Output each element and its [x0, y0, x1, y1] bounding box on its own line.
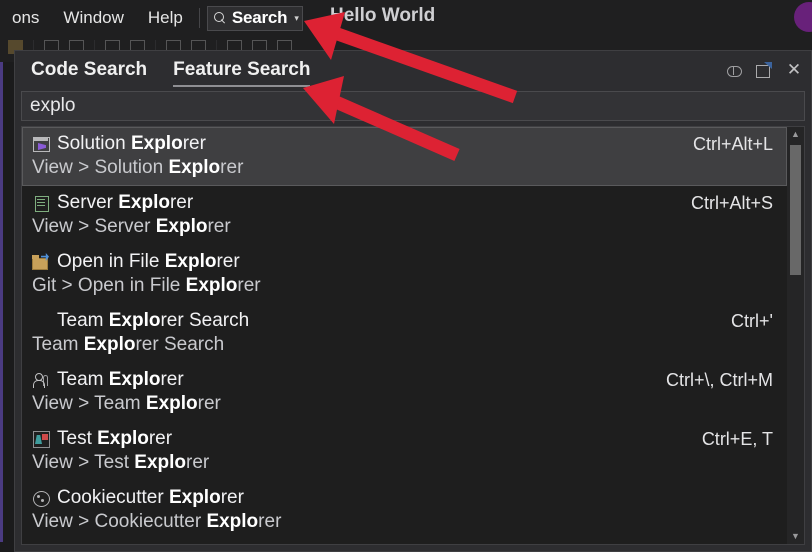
result-row[interactable]: Cookiecutter Explorer View > Cookiecutter…: [22, 481, 787, 540]
search-row: [15, 91, 811, 121]
result-row-main: Solution Explorer Ctrl+Alt+L: [22, 132, 787, 156]
search-icon: [213, 11, 227, 25]
window-controls: ✕: [725, 61, 803, 79]
solution-explorer-icon: [32, 135, 50, 153]
match-highlight: Explo: [168, 487, 221, 508]
match-highlight: Explo: [130, 133, 183, 154]
tab-code-search[interactable]: Code Search: [21, 59, 157, 91]
feature-search-input[interactable]: [21, 91, 805, 121]
result-shortcut: Ctrl+': [731, 311, 773, 331]
result-shortcut: Ctrl+Alt+L: [692, 134, 773, 154]
popup-header: Code Search Feature Search ✕: [15, 51, 811, 91]
ide-search-button[interactable]: Search ▾: [206, 5, 303, 31]
result-title: Solution Explorer: [57, 133, 206, 154]
results-scrollbar[interactable]: ▲ ▼: [787, 127, 804, 544]
result-row-main: Open in File Explorer: [22, 250, 787, 274]
match-highlight: Explo: [97, 428, 149, 449]
result-path: View > Solution Explorer: [32, 157, 244, 178]
match-highlight: Explo: [118, 192, 170, 213]
result-row[interactable]: Team Explorer Search Ctrl+' Team Explorer …: [22, 304, 787, 363]
team-explorer-icon: [32, 371, 50, 389]
feature-search-popup: Code Search Feature Search ✕ Solution Ex…: [14, 50, 812, 552]
match-highlight: Explo: [134, 452, 187, 473]
menu-item-extensions[interactable]: ons: [0, 8, 51, 28]
chevron-down-icon[interactable]: ▾: [292, 13, 299, 23]
result-row[interactable]: Open in File Explorer Git > Open in File …: [22, 245, 787, 304]
result-title: Server Explorer: [57, 192, 194, 213]
match-highlight: Explo: [168, 157, 221, 178]
server-explorer-icon: [32, 194, 50, 212]
result-title: Test Explorer: [57, 428, 173, 449]
match-highlight: Explo: [164, 251, 217, 272]
result-row[interactable]: Solution Explorer Ctrl+Alt+L View > Soluti…: [22, 127, 787, 186]
menu-item-help[interactable]: Help: [136, 8, 195, 28]
match-highlight: Explo: [108, 310, 161, 331]
cookiecutter-explorer-icon: [32, 489, 50, 507]
result-row[interactable]: Team Explorer Ctrl+\, Ctrl+M View > Team E…: [22, 363, 787, 422]
result-row-main: Test Explorer Ctrl+E, T: [22, 427, 787, 451]
float-window-icon[interactable]: [755, 61, 773, 79]
match-highlight: Explo: [145, 393, 198, 414]
result-shortcut: Ctrl+E, T: [701, 429, 773, 449]
result-row[interactable]: Server Explorer Ctrl+Alt+S View > Server E…: [22, 186, 787, 245]
result-title: Open in File Explorer: [57, 251, 240, 272]
result-path: View > Server Explorer: [32, 216, 231, 237]
result-title: Team Explorer Search: [57, 310, 250, 331]
results-list: Solution Explorer Ctrl+Alt+L View > Soluti…: [22, 127, 787, 544]
result-shortcut: Ctrl+Alt+S: [690, 193, 773, 213]
result-path: View > Test Explorer: [32, 452, 210, 473]
result-path: Git > Open in File Explorer: [32, 275, 261, 296]
menu-separator: [198, 8, 200, 28]
tab-strip: Code Search Feature Search: [15, 59, 320, 91]
result-row-main: Server Explorer Ctrl+Alt+S: [22, 191, 787, 215]
result-path: Team Explorer Search: [32, 334, 225, 355]
match-highlight: Explo: [108, 369, 161, 390]
result-row-main: Team Explorer Ctrl+\, Ctrl+M: [22, 368, 787, 392]
match-highlight: Explo: [185, 275, 238, 296]
ide-search-label: Search: [231, 8, 288, 27]
left-edge-rail: [0, 62, 3, 552]
result-row[interactable]: Test Explorer Ctrl+E, T View > Test Explor…: [22, 422, 787, 481]
menu-item-window[interactable]: Window: [51, 8, 135, 28]
result-row-main: Cookiecutter Explorer: [22, 486, 787, 510]
tab-feature-search[interactable]: Feature Search: [163, 59, 320, 91]
ide-menu-bar: ons Window Help Search ▾ Hello World: [0, 0, 812, 36]
close-icon[interactable]: ✕: [785, 61, 803, 79]
match-highlight: Explo: [206, 511, 259, 532]
result-path: View > Cookiecutter Explorer: [32, 511, 282, 532]
pin-icon[interactable]: [725, 61, 743, 79]
avatar[interactable]: [794, 2, 812, 32]
result-title: Team Explorer: [57, 369, 184, 390]
scroll-up-arrow[interactable]: ▲: [787, 127, 804, 142]
screen-root: ons Window Help Search ▾ Hello World Cod…: [0, 0, 812, 552]
match-highlight: Explo: [155, 216, 208, 237]
test-explorer-icon: [32, 430, 50, 448]
document-title: Hello World: [330, 5, 436, 26]
result-shortcut: Ctrl+\, Ctrl+M: [665, 370, 773, 390]
match-highlight: Explo: [83, 334, 136, 355]
scrollbar-thumb[interactable]: [790, 145, 801, 275]
result-path: View > Team Explorer: [32, 393, 221, 414]
scroll-down-arrow[interactable]: ▼: [787, 529, 804, 544]
result-row-main: Team Explorer Search Ctrl+': [22, 309, 787, 333]
results-panel: Solution Explorer Ctrl+Alt+L View > Soluti…: [21, 126, 805, 545]
result-title: Cookiecutter Explorer: [57, 487, 244, 508]
open-in-file-explorer-icon: [32, 253, 50, 271]
result-row[interactable]: Resource Explorer: [22, 540, 787, 544]
